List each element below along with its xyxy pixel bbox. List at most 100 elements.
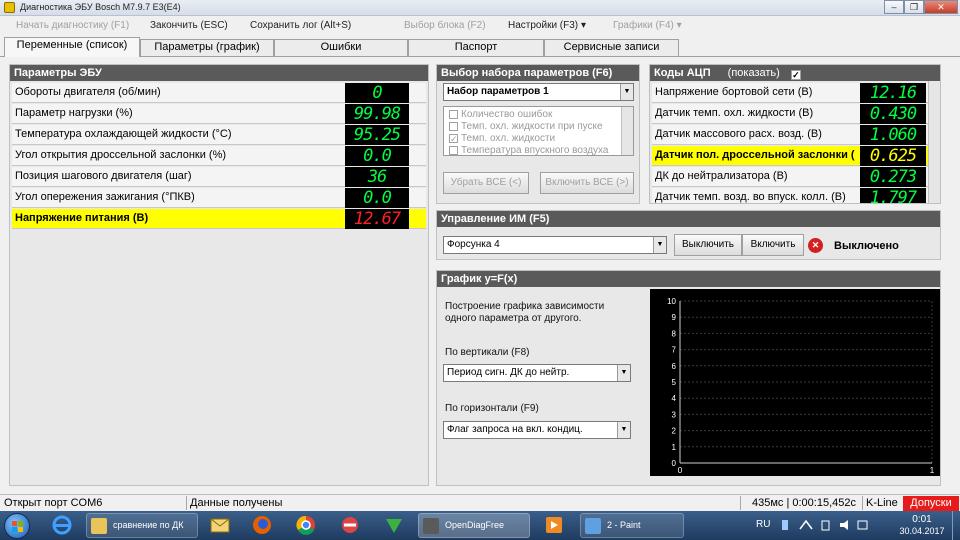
adc-value: 1.060: [860, 125, 926, 145]
remove-all-button[interactable]: Убрать ВСЕ (<): [443, 172, 529, 194]
enable-all-button[interactable]: Включить ВСЕ (>): [540, 172, 634, 194]
adc-scrollbar[interactable]: [928, 81, 940, 203]
graph-description-line2: одного параметра от другого.: [445, 313, 582, 324]
graph-panel: График y=F(x) Построение графика зависим…: [436, 270, 941, 486]
actuator-select[interactable]: Форсунка 4 ▼: [443, 236, 667, 254]
menu-finish[interactable]: Закончить (ESC): [150, 20, 228, 31]
tolerance-badge[interactable]: Допуски: [903, 496, 959, 511]
off-status-icon: ✕: [808, 238, 823, 253]
menu-settings[interactable]: Настройки (F3) ▾: [508, 20, 586, 31]
param-list-scrollbar[interactable]: [621, 107, 633, 155]
chart-y-tick-label: 0: [672, 459, 677, 468]
ecu-param-row: Угол опережения зажигания (°ПКВ) 0.0: [12, 188, 426, 208]
adc-show-label: (показать): [727, 67, 780, 79]
param-list-item[interactable]: ✓ Темп. охл. жидкости: [449, 133, 555, 144]
taskbar-task-paint[interactable]: 2 - Paint: [580, 513, 684, 538]
taskbar-task-label: 2 - Paint: [607, 520, 641, 530]
param-list[interactable]: Количество ошибок Темп. охл. жидкости при…: [443, 106, 634, 156]
param-item-checkbox[interactable]: ✓: [449, 133, 458, 143]
taskbar: сравнение по ДК OpenDiagFree 2 - Paint R…: [0, 511, 960, 540]
chart-y-tick-label: 1: [672, 443, 677, 452]
param-list-item[interactable]: Количество ошибок: [449, 109, 552, 120]
tab-parameters-graph[interactable]: Параметры (график): [140, 39, 274, 56]
taskbar-task-opendiag[interactable]: OpenDiagFree: [418, 513, 530, 538]
minimize-button[interactable]: –: [884, 0, 904, 14]
ecu-param-row: Обороты двигателя (об/мин) 0: [12, 83, 426, 103]
actuator-selected: Форсунка 4: [447, 239, 500, 250]
graph-header: График y=F(x): [437, 271, 940, 287]
turn-on-button[interactable]: Включить: [742, 234, 804, 256]
adc-header: Коды АЦП (показать) ✓: [650, 65, 940, 81]
vertical-axis-label: По вертикали (F8): [445, 347, 530, 358]
adc-row: Датчик темп. охл. жидкости (В) 0.430: [652, 104, 928, 124]
system-tray: [778, 517, 878, 533]
firefox-icon[interactable]: [244, 513, 280, 538]
tab-passport[interactable]: Паспорт: [408, 39, 544, 56]
vertical-axis-select[interactable]: Период сигн. ДК до нейтр. ▼: [443, 364, 631, 382]
adc-value: 12.16: [860, 83, 926, 103]
ecu-param-label: Позиция шагового двигателя (шаг): [15, 170, 192, 182]
ecu-param-value: 99.98: [345, 104, 409, 124]
media-player-icon[interactable]: [536, 513, 572, 538]
param-set-header: Выбор набора параметров (F6): [437, 65, 639, 81]
adc-label: Датчик массового расх. возд. (В): [655, 128, 822, 140]
menu-select-block[interactable]: Выбор блока (F2): [404, 20, 486, 31]
ecu-param-label: Обороты двигателя (об/мин): [15, 86, 161, 98]
chrome-icon[interactable]: [288, 513, 324, 538]
actuator-status: Выключено: [834, 240, 899, 252]
tab-service-records[interactable]: Сервисные записи: [544, 39, 679, 56]
adc-label: Датчик темп. охл. жидкости (В): [655, 107, 814, 119]
tab-errors[interactable]: Ошибки: [274, 39, 408, 56]
line-status: K-Line: [866, 497, 898, 509]
ecu-param-label: Угол открытия дроссельной заслонки (%): [15, 149, 227, 161]
param-set-select[interactable]: Набор параметров 1 ▼: [443, 83, 634, 101]
restore-button[interactable]: ❐: [904, 0, 924, 14]
yfx-chart: 1098765432100 1: [650, 289, 940, 476]
menu-settings-label: Настройки (F3): [508, 20, 579, 31]
status-divider: [740, 496, 741, 510]
show-desktop-button[interactable]: [952, 511, 960, 540]
chart-y-tick-label: 3: [672, 410, 677, 419]
chart-x-tick-label: 1: [930, 466, 935, 475]
menu-graphs[interactable]: Графики (F4) ▾: [613, 20, 682, 31]
adc-value: 0.430: [860, 104, 926, 124]
param-list-item[interactable]: Температура впускного воздуха: [449, 145, 609, 156]
chart-y-tick-label: 10: [667, 297, 676, 306]
clock-date[interactable]: 30.04.2017: [896, 526, 948, 536]
param-item-label: Температура впускного воздуха: [461, 145, 609, 156]
adc-label: Датчик пол. дроссельной заслонки (В): [655, 149, 855, 161]
adc-show-checkbox[interactable]: ✓: [790, 70, 801, 80]
chart-y-tick-label: 2: [672, 427, 677, 436]
start-button[interactable]: [4, 513, 30, 539]
param-item-checkbox[interactable]: [449, 121, 458, 131]
menu-save-log[interactable]: Сохранить лог (Alt+S): [250, 20, 351, 31]
taskbar-task-folder[interactable]: сравнение по ДК: [86, 513, 198, 538]
paint-icon: [585, 518, 601, 534]
chevron-down-icon: ▼: [620, 84, 633, 100]
param-item-checkbox[interactable]: [449, 109, 458, 119]
chart-y-tick-label: 4: [672, 394, 677, 403]
ecu-param-label: Параметр нагрузки (%): [15, 107, 133, 119]
vertical-axis-value: Период сигн. ДК до нейтр.: [447, 367, 570, 378]
app-red-icon[interactable]: [332, 513, 368, 538]
menu-start-diagnostics[interactable]: Начать диагностику (F1): [16, 20, 129, 31]
status-bar: Открыт порт COM6 Данные получены 435мс |…: [0, 494, 960, 511]
actuator-header: Управление ИМ (F5): [437, 211, 940, 227]
language-indicator[interactable]: RU: [756, 519, 770, 530]
turn-off-button[interactable]: Выключить: [674, 234, 742, 256]
param-item-label: Темп. охл. жидкости при пуске: [461, 121, 603, 132]
status-divider: [862, 496, 863, 510]
close-window-button[interactable]: ✕: [924, 0, 958, 14]
title-bar: Диагностика ЭБУ Bosch M7.9.7 E3(E4) – ❐ …: [0, 0, 960, 16]
tab-variables-list[interactable]: Переменные (список): [4, 37, 140, 57]
horizontal-axis-value: Флаг запроса на вкл. кондиц.: [447, 424, 583, 435]
chart-y-tick-label: 5: [672, 378, 677, 387]
ecu-params-header: Параметры ЭБУ: [10, 65, 428, 81]
mail-icon[interactable]: [202, 513, 238, 538]
horizontal-axis-select[interactable]: Флаг запроса на вкл. кондиц. ▼: [443, 421, 631, 439]
clock-time[interactable]: 0:01: [900, 514, 944, 525]
ie-icon[interactable]: [44, 513, 80, 538]
param-item-checkbox[interactable]: [449, 145, 458, 155]
app-green-icon[interactable]: [376, 513, 412, 538]
param-list-item[interactable]: Темп. охл. жидкости при пуске: [449, 121, 603, 132]
